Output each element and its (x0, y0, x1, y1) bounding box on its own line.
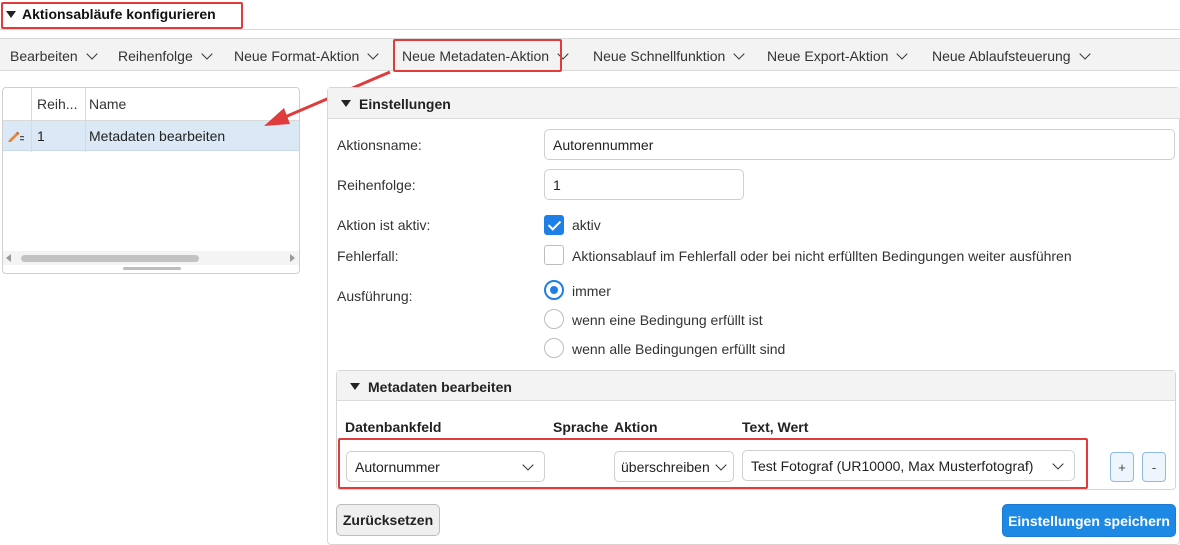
row-order: 1 (37, 128, 45, 144)
menu-label: Neue Ablaufsteuerung (932, 47, 1071, 64)
execution-option-label[interactable]: wenn alle Bedingungen erfüllt sind (572, 341, 785, 357)
execution-radio-all-conditions[interactable] (544, 338, 564, 358)
menu-neue-schnellfunktion[interactable]: Neue Schnellfunktion (593, 39, 745, 72)
plus-icon: + (1118, 459, 1126, 475)
page-title: Aktionsabläufe konfigurieren (22, 6, 216, 22)
settings-title: Einstellungen (359, 96, 451, 112)
menu-neue-ablaufsteuerung[interactable]: Neue Ablaufsteuerung (932, 39, 1091, 72)
save-button-label: Einstellungen speichern (1008, 512, 1170, 529)
collapse-triangle-icon (341, 100, 351, 107)
chevron-down-icon (1052, 457, 1064, 470)
horizontal-scrollbar[interactable] (3, 251, 299, 265)
scroll-left-icon[interactable] (6, 254, 11, 262)
chevron-down-icon (522, 458, 534, 471)
column-header-text-value: Text, Wert (742, 419, 809, 435)
save-settings-button[interactable]: Einstellungen speichern (1002, 504, 1176, 537)
chevron-down-icon (896, 47, 909, 60)
order-value: 1 (553, 176, 561, 193)
execution-radio-any-condition[interactable] (544, 309, 564, 329)
metadata-panel: Metadaten bearbeiten Datenbankfeld Sprac… (336, 370, 1176, 490)
remove-row-button[interactable]: - (1142, 452, 1166, 482)
collapse-triangle-icon (350, 383, 360, 390)
menu-bearbeiten[interactable]: Bearbeiten (10, 39, 98, 72)
column-divider (31, 88, 32, 152)
execution-option-label[interactable]: immer (572, 283, 611, 299)
error-label: Fehlerfall: (337, 248, 399, 264)
execution-label: Ausführung: (337, 288, 413, 304)
chevron-down-icon (86, 47, 98, 60)
chevron-down-icon (715, 458, 727, 471)
column-header-language: Sprache (553, 419, 609, 435)
order-input[interactable]: 1 (544, 169, 744, 200)
action-name-input[interactable]: Autorennummer (544, 129, 1175, 160)
menu-highlight-box (393, 39, 562, 72)
resize-handle[interactable] (123, 267, 181, 270)
active-checkbox-label[interactable]: aktiv (572, 217, 601, 233)
reset-button[interactable]: Zurücksetzen (336, 504, 440, 536)
chevron-down-icon (367, 47, 379, 60)
chevron-down-icon (1078, 47, 1091, 60)
execution-radio-always[interactable] (544, 280, 564, 300)
action-select[interactable]: überschreiben (614, 451, 734, 482)
column-header-name[interactable]: Name (89, 96, 126, 112)
active-label: Aktion ist aktiv: (337, 217, 431, 233)
column-header-action: Aktion (614, 419, 658, 435)
page-header: Aktionsabläufe konfigurieren (0, 0, 1180, 30)
settings-header[interactable]: Einstellungen (328, 88, 1180, 119)
column-divider (85, 88, 86, 152)
action-value: überschreiben (621, 458, 710, 475)
menu-neue-export-aktion[interactable]: Neue Export-Aktion (767, 39, 909, 72)
active-checkbox[interactable] (544, 215, 564, 235)
chevron-down-icon (201, 47, 213, 60)
reset-button-label: Zurücksetzen (342, 512, 434, 528)
error-checkbox-label[interactable]: Aktionsablauf im Fehlerfall oder bei nic… (572, 248, 1072, 264)
menu-reihenfolge[interactable]: Reihenfolge (118, 39, 213, 72)
scroll-right-icon[interactable] (290, 254, 295, 262)
metadata-header[interactable]: Metadaten bearbeiten (337, 371, 1175, 401)
collapse-triangle-icon (6, 10, 16, 18)
row-name: Metadaten bearbeiten (89, 128, 226, 144)
column-header-database-field: Datenbankfeld (345, 419, 442, 435)
settings-panel: Einstellungen Aktionsname: Autorennummer… (327, 87, 1180, 545)
text-value-select[interactable]: Test Fotograf (UR10000, Max Musterfotogr… (742, 450, 1075, 481)
order-label: Reihenfolge: (337, 177, 416, 193)
column-header-order[interactable]: Reih... (37, 96, 77, 112)
minus-icon: - (1151, 459, 1157, 475)
menu-label: Neue Schnellfunktion (593, 47, 726, 64)
edit-pencil-icon (7, 129, 25, 143)
database-field-value: Autornummer (355, 458, 440, 475)
menu-label: Neue Export-Aktion (767, 47, 889, 64)
error-continue-checkbox[interactable] (544, 245, 564, 265)
text-value: Test Fotograf (UR10000, Max Musterfotogr… (751, 457, 1034, 474)
action-name-label: Aktionsname: (337, 137, 422, 153)
database-field-select[interactable]: Autornummer (346, 451, 545, 482)
add-row-button[interactable]: + (1110, 452, 1134, 482)
section-toggle[interactable]: Aktionsabläufe konfigurieren (6, 6, 216, 22)
menu-label: Reihenfolge (118, 47, 193, 64)
menu-label: Bearbeiten (10, 47, 78, 64)
chevron-down-icon (733, 47, 745, 60)
action-name-value: Autorennummer (553, 136, 654, 153)
execution-option-label[interactable]: wenn eine Bedingung erfüllt ist (572, 312, 763, 328)
scrollbar-thumb[interactable] (21, 255, 199, 262)
metadata-title: Metadaten bearbeiten (368, 379, 512, 395)
action-menubar: Bearbeiten Reihenfolge Neue Format-Aktio… (0, 38, 1180, 71)
